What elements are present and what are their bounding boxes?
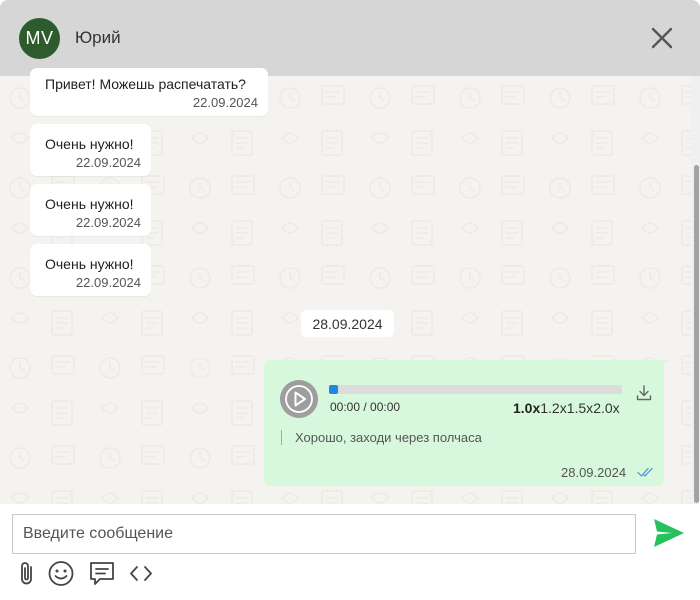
avatar: MV [19,18,60,59]
speed-option[interactable]: 1.0x [513,400,540,416]
audio-time-separator: / [360,400,371,414]
message-text: Привет! Можешь распечатать? [45,76,246,92]
send-icon[interactable] [652,517,686,549]
message-input[interactable] [12,514,636,554]
play-icon[interactable] [280,380,318,418]
chat-window: MV Юрий Привет! Можешь распечатать? 22.0… [0,0,700,600]
double-check-icon [637,467,653,477]
message-text: Очень нужно! [45,256,134,272]
chat-header: MV Юрий [0,0,700,76]
scrollbar-thumb[interactable] [694,165,699,503]
emoji-icon[interactable] [47,560,75,587]
paperclip-icon[interactable] [17,560,37,587]
message-time: 22.09.2024 [192,95,258,110]
speed-option[interactable]: 1.5x [567,400,593,416]
audio-elapsed: 00:00 [330,400,361,414]
audio-progress-bar[interactable] [329,385,622,394]
audio-progress-fill [329,385,338,394]
message-bubble[interactable]: Очень нужно! 22.09.2024 [30,244,151,296]
contact-name: Юрий [75,28,121,47]
message-text: Очень нужно! [45,196,134,212]
templates-icon[interactable] [88,560,116,587]
speed-option[interactable]: 1.2x [540,400,566,416]
download-icon[interactable] [636,385,652,401]
transcript-quote-bar [281,430,282,445]
message-time: 22.09.2024 [75,155,141,170]
bubble-tail [656,360,670,370]
message-time: 22.09.2024 [75,215,141,230]
code-icon[interactable] [128,560,154,587]
message-text: Очень нужно! [45,136,134,152]
audio-duration: 00:00 [370,400,401,414]
audio-time: 00:00 / 00:00 [330,400,400,414]
close-icon[interactable] [648,24,676,52]
voice-transcript: Хорошо, заходи через полчаса [295,430,482,445]
message-bubble[interactable]: Очень нужно! 22.09.2024 [30,184,151,236]
date-separator: 28.09.2024 [301,310,394,337]
message-bubble[interactable]: Привет! Можешь распечатать? 22.09.2024 [30,68,268,116]
message-bubble[interactable]: Очень нужно! 22.09.2024 [30,124,151,176]
playback-speed-options: 1.0x 1.2x 1.5x 2.0x [513,400,620,416]
message-time: 28.09.2024 [561,465,627,480]
speed-option[interactable]: 2.0x [593,400,619,416]
message-time: 22.09.2024 [75,275,141,290]
